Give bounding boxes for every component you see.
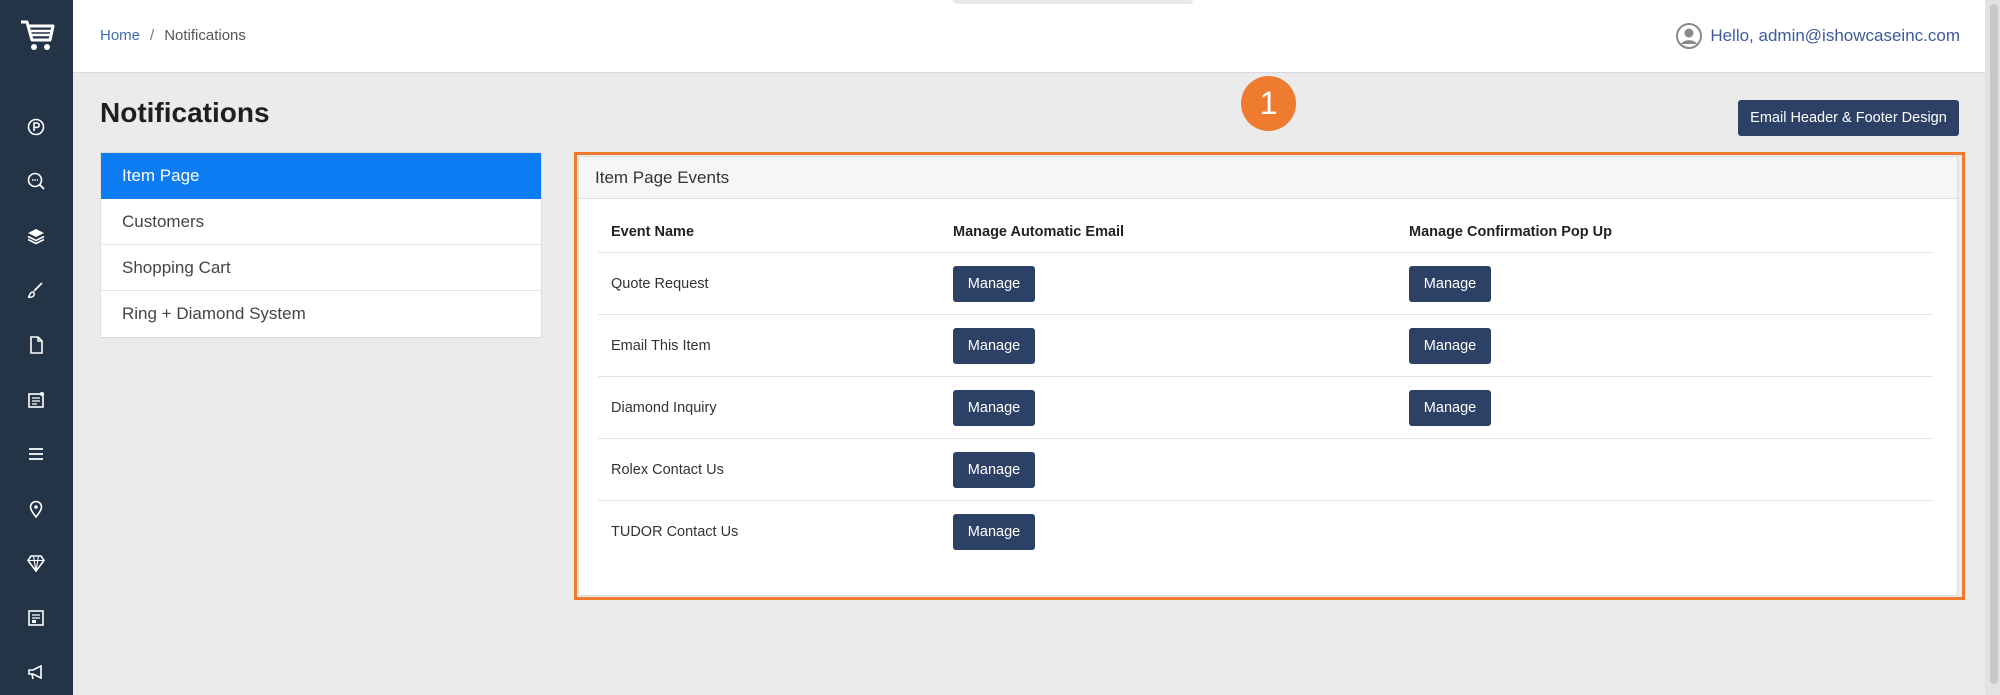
event-name: TUDOR Contact Us <box>611 524 739 540</box>
event-name: Quote Request <box>611 275 709 292</box>
brush-icon[interactable] <box>24 278 48 302</box>
news-icon[interactable] <box>24 388 48 412</box>
cart-logo-icon[interactable] <box>17 16 57 56</box>
breadcrumb-current: Notifications <box>164 27 246 44</box>
settings-panel-icon[interactable] <box>24 606 48 630</box>
user-menu[interactable]: Hello, admin@ishowcaseinc.com <box>1676 23 1960 49</box>
table-row: Quote Request Manage Manage <box>598 253 1933 315</box>
megaphone-icon[interactable] <box>24 660 48 684</box>
table-header-row: Event Name Manage Automatic Email Manage… <box>598 211 1933 253</box>
notification-category-menu: Item Page Customers Shopping Cart Ring +… <box>100 152 542 338</box>
table-row: TUDOR Contact Us Manage <box>598 501 1933 563</box>
menu-item-ring-diamond-system[interactable]: Ring + Diamond System <box>101 291 541 337</box>
diamond-icon[interactable] <box>24 551 48 575</box>
manage-popup-button[interactable]: Manage <box>1409 327 1491 364</box>
item-page-events-panel: Item Page Events Event Name Manage Autom… <box>578 156 1958 596</box>
location-pin-icon[interactable] <box>24 497 48 521</box>
layers-icon[interactable] <box>24 224 48 248</box>
table-row: Email This Item Manage Manage <box>598 315 1933 377</box>
page-scrollbar-thumb[interactable] <box>1990 4 1998 684</box>
table-row: Rolex Contact Us Manage <box>598 439 1933 501</box>
menu-item-customers[interactable]: Customers <box>101 199 541 245</box>
sidebar-rail <box>0 0 73 695</box>
column-header-event-name: Event Name <box>611 223 695 240</box>
menu-icon[interactable] <box>24 442 48 466</box>
manage-popup-button[interactable]: Manage <box>1409 389 1491 426</box>
column-header-confirmation-popup: Manage Confirmation Pop Up <box>1409 223 1612 240</box>
panel-title: Item Page Events <box>579 157 1957 199</box>
manage-email-button[interactable]: Manage <box>953 389 1035 426</box>
table-row: Diamond Inquiry Manage Manage <box>598 377 1933 439</box>
parking-icon[interactable] <box>24 115 48 139</box>
header-tab-shadow <box>953 0 1193 4</box>
manage-email-button[interactable]: Manage <box>953 327 1035 364</box>
event-name: Email This Item <box>611 337 711 354</box>
event-name: Rolex Contact Us <box>611 461 724 478</box>
user-avatar-icon <box>1676 23 1703 49</box>
top-header: Home / Notifications Hello, admin@ishowc… <box>73 0 2000 73</box>
breadcrumb: Home / Notifications <box>100 27 246 44</box>
breadcrumb-separator: / <box>150 27 155 44</box>
document-icon[interactable] <box>24 333 48 357</box>
manage-email-button[interactable]: Manage <box>953 451 1035 488</box>
manage-email-button[interactable]: Manage <box>953 265 1035 302</box>
column-header-automatic-email: Manage Automatic Email <box>953 223 1125 240</box>
manage-popup-button[interactable]: Manage <box>1409 265 1491 302</box>
seo-search-icon[interactable] <box>24 169 48 193</box>
page-title: Notifications <box>100 97 270 128</box>
step-badge: 1 <box>1241 76 1296 131</box>
manage-email-button[interactable]: Manage <box>953 514 1035 550</box>
menu-item-shopping-cart[interactable]: Shopping Cart <box>101 245 541 291</box>
email-header-footer-design-button[interactable]: Email Header & Footer Design <box>1738 100 1959 136</box>
menu-item-item-page[interactable]: Item Page <box>101 153 541 199</box>
breadcrumb-home-link[interactable]: Home <box>100 27 140 44</box>
event-name: Diamond Inquiry <box>611 399 717 416</box>
events-table: Event Name Manage Automatic Email Manage… <box>598 211 1933 563</box>
user-greeting[interactable]: Hello, admin@ishowcaseinc.com <box>1710 26 1960 46</box>
